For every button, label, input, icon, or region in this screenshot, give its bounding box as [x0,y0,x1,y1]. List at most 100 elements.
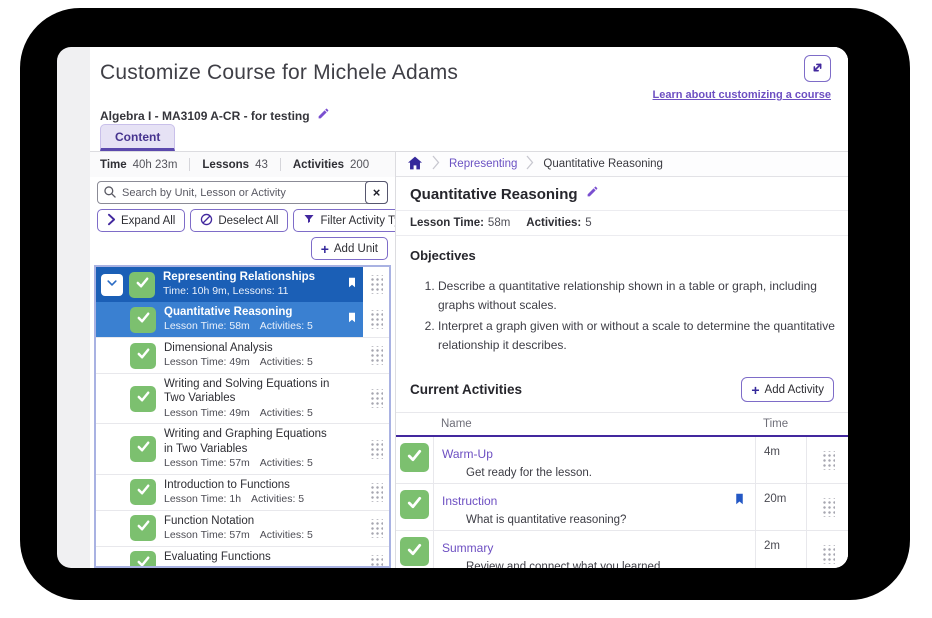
drag-handle[interactable] [821,451,835,470]
check-icon [405,446,424,470]
lesson-meta: Lesson Time: 1hActivities: 5 [164,493,337,507]
bookmark-icon [346,310,358,330]
lesson-meta: Lesson Time: 58mActivities: 5 [164,320,337,334]
lesson-row[interactable]: Evaluating Functions Lesson Time: 55mAct… [96,546,389,568]
deselect-all-button[interactable]: Deselect All [190,209,288,232]
lesson-meta: Lesson Time: 49mActivities: 5 [164,356,337,370]
lesson-title: Quantitative Reasoning [410,186,578,203]
lesson-row[interactable]: Function Notation Lesson Time: 57mActivi… [96,510,389,546]
breadcrumb-unit-link[interactable]: Representing [449,158,517,170]
lesson-checkbox[interactable] [130,436,156,462]
lesson-row[interactable]: Quantitative Reasoning Lesson Time: 58mA… [96,302,389,337]
unit-lesson-tree: Representing Relationships Time: 10h 9m,… [94,265,391,568]
plus-icon: + [751,383,759,397]
drag-handle[interactable] [369,440,383,459]
lesson-title: Quantitative Reasoning [164,305,337,319]
drag-handle[interactable] [821,545,835,564]
activities-table-header: Name Time [396,412,848,437]
learn-about-customizing-link[interactable]: Learn about customizing a course [653,89,831,101]
lesson-row[interactable]: Introduction to Functions Lesson Time: 1… [96,474,389,510]
check-icon [405,493,424,517]
clear-search-button[interactable]: × [365,181,388,204]
lesson-title: Writing and Graphing Equations in Two Va… [164,427,337,456]
page-header: Customize Course for Michele Adams Learn… [90,47,848,152]
activity-name-link[interactable]: Warm-Up [442,447,493,461]
chevron-right-icon [107,213,116,229]
stats-lessons-value: 43 [255,159,268,171]
check-icon [135,309,152,331]
drag-handle[interactable] [369,483,383,502]
objective-item: Describe a quantitative relationship sho… [438,277,848,314]
drag-handle[interactable] [369,346,383,365]
lesson-meta: Lesson Time: 57mActivities: 5 [164,529,337,543]
breadcrumb: Representing Quantitative Reasoning [396,152,848,177]
activity-checkbox[interactable] [400,490,429,519]
app-window: Customize Course for Michele Adams Learn… [57,47,848,568]
check-icon [135,517,152,539]
lesson-row[interactable]: Dimensional Analysis Lesson Time: 49mAct… [96,337,389,373]
lesson-title: Introduction to Functions [164,478,337,492]
lesson-checkbox[interactable] [130,307,156,333]
home-icon[interactable] [407,156,423,173]
lesson-checkbox[interactable] [130,515,156,541]
lesson-info-bar: Lesson Time:58m Activities:5 [396,210,848,236]
check-icon [135,388,152,410]
drag-handle[interactable] [821,498,835,517]
unit-row-representing-relationships[interactable]: Representing Relationships Time: 10h 9m,… [96,267,389,302]
activity-checkbox[interactable] [400,443,429,472]
activity-time: 20m [755,484,806,530]
lesson-title: Dimensional Analysis [164,341,337,355]
unit-checkbox[interactable] [129,272,155,298]
chevron-down-icon [105,276,119,293]
activity-row: Warm-Up Get ready for the lesson. 4m [396,437,848,484]
stats-activities-value: 200 [350,159,369,171]
lesson-title: Writing and Solving Equations in Two Var… [164,377,337,406]
lesson-title: Function Notation [164,514,337,528]
add-unit-button[interactable]: + Add Unit [311,237,388,260]
objectives-list: Describe a quantitative relationship sho… [396,277,848,354]
drag-handle[interactable] [369,275,383,294]
activity-name-link[interactable]: Instruction [442,494,497,508]
lesson-checkbox[interactable] [130,386,156,412]
activity-time: 4m [755,437,806,483]
ban-icon [200,213,213,229]
drag-handle[interactable] [369,555,383,568]
time-column-header: Time [755,418,806,430]
lesson-row[interactable]: Writing and Graphing Equations in Two Va… [96,423,389,473]
stats-divider [280,158,281,171]
drag-handle[interactable] [369,389,383,408]
lesson-row[interactable]: Writing and Solving Equations in Two Var… [96,373,389,423]
filter-activity-types-button[interactable]: Filter Activity Types [293,209,396,232]
activity-row: Summary Review and connect what you lear… [396,531,848,568]
activity-name-link[interactable]: Summary [442,541,493,555]
course-stats-bar: Time 40h 23m Lessons 43 Activities 200 [90,152,395,177]
drag-handle[interactable] [369,519,383,538]
tab-content[interactable]: Content [100,124,175,151]
stats-divider [189,158,190,171]
activity-description: Get ready for the lesson. [442,467,747,479]
lesson-checkbox[interactable] [130,343,156,369]
search-input[interactable] [97,181,388,204]
edit-pencil-icon[interactable] [586,185,599,203]
bookmark-icon [733,491,746,512]
search-icon [103,185,117,204]
unit-title: Representing Relationships [163,270,337,284]
lesson-meta: Lesson Time: 57mActivities: 5 [164,457,337,471]
add-activity-button[interactable]: + Add Activity [741,377,834,402]
check-icon [134,274,151,296]
app-content: Customize Course for Michele Adams Learn… [90,47,848,568]
edit-pencil-icon[interactable] [317,107,330,125]
stats-time-value: 40h 23m [133,159,178,171]
check-icon [405,540,424,564]
expand-window-button[interactable] [804,55,831,82]
activity-checkbox[interactable] [400,537,429,566]
collapse-unit-button[interactable] [101,274,123,296]
activity-description: What is quantitative reasoning? [442,514,747,526]
lesson-checkbox[interactable] [130,551,156,568]
activity-description: Review and connect what you learned. [442,561,747,568]
drag-handle[interactable] [369,310,383,329]
lesson-checkbox[interactable] [130,479,156,505]
check-icon [135,345,152,367]
lesson-detail-panel: Representing Quantitative Reasoning Quan… [396,152,848,568]
expand-all-button[interactable]: Expand All [97,209,185,232]
